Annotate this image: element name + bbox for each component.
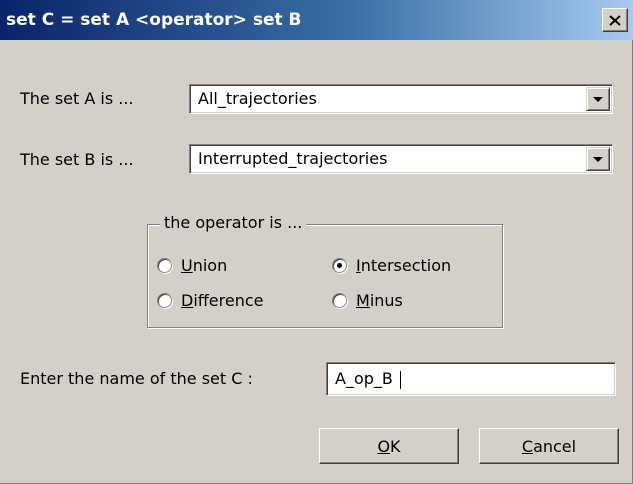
ok-button[interactable]: OK <box>319 428 459 464</box>
set-b-dropdown-button[interactable] <box>586 147 610 171</box>
set-b-label: The set B is ... <box>20 150 134 169</box>
radio-intersection-indicator[interactable] <box>332 257 347 273</box>
cancel-button[interactable]: Cancel <box>479 428 619 464</box>
radio-intersection-label: Intersection <box>356 255 452 275</box>
radio-union-indicator[interactable] <box>157 257 172 273</box>
radio-difference-label: Difference <box>181 290 264 310</box>
operator-group-legend: the operator is ... <box>160 212 307 234</box>
set-c-name-input[interactable]: A_op_B <box>326 362 616 396</box>
set-b-value: Interrupted_trajectories <box>198 149 388 168</box>
radio-intersection[interactable]: Intersection <box>332 253 451 277</box>
radio-union-label: Union <box>181 255 228 275</box>
set-b-select[interactable]: Interrupted_trajectories <box>189 144 613 174</box>
set-a-label: The set A is ... <box>20 89 134 108</box>
window-title: set C = set A <operator> set B <box>6 10 302 30</box>
chevron-down-icon <box>593 156 603 162</box>
radio-minus-label: Minus <box>356 290 403 310</box>
ok-button-label: OK <box>377 436 401 456</box>
radio-difference[interactable]: Difference <box>157 288 264 312</box>
cancel-button-label: Cancel <box>521 436 577 456</box>
radio-minus-indicator[interactable] <box>332 292 347 308</box>
set-a-select[interactable]: All_trajectories <box>189 84 613 114</box>
title-bar[interactable]: set C = set A <operator> set B <box>0 0 633 40</box>
close-button[interactable] <box>602 8 628 32</box>
set-c-name-value: A_op_B <box>335 369 398 388</box>
set-c-label: Enter the name of the set C : <box>20 369 253 388</box>
set-a-value: All_trajectories <box>198 89 317 108</box>
radio-union[interactable]: Union <box>157 253 227 277</box>
set-a-dropdown-button[interactable] <box>586 87 610 111</box>
dialog-window: set C = set A <operator> set B The set A… <box>0 0 633 484</box>
radio-difference-indicator[interactable] <box>157 292 172 308</box>
radio-minus[interactable]: Minus <box>332 288 403 312</box>
text-caret <box>399 370 401 389</box>
close-x-icon <box>609 14 621 26</box>
chevron-down-icon <box>593 96 603 102</box>
